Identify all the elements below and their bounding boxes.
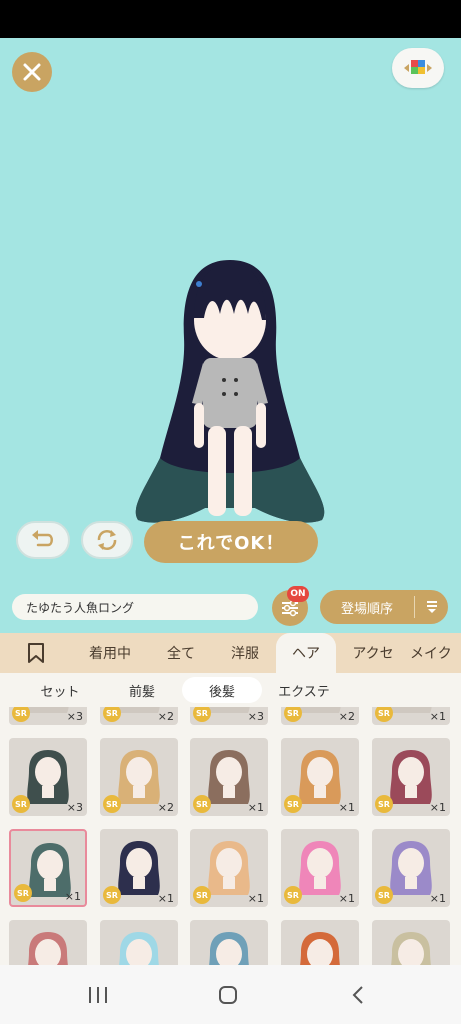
rarity-badge: SR	[103, 886, 121, 904]
hair-thumbnail	[209, 932, 249, 965]
item-count: ×3	[66, 710, 83, 723]
hair-item[interactable]	[9, 920, 87, 965]
item-grid: SR ×3 SR ×2 SR ×3 SR ×2 SR ×1 SR ×3 SR ×2 SR ×1 SR ×1 SR ×1…	[0, 707, 461, 965]
avatar-stage	[0, 38, 461, 579]
subtab-front-hair[interactable]: 前髪	[100, 677, 184, 703]
item-count: ×2	[338, 710, 355, 723]
item-count: ×3	[247, 710, 264, 723]
hair-subtabs: セット 前髪 後髪 エクステ	[0, 673, 461, 707]
home-icon	[219, 986, 237, 1004]
hair-item[interactable]: SR ×1	[281, 829, 359, 907]
item-count: ×3	[66, 801, 83, 814]
item-count: ×1	[338, 892, 355, 905]
hair-thumbnail	[300, 932, 340, 965]
tab-makeup[interactable]: メイク	[410, 633, 461, 673]
palette-button[interactable]	[392, 48, 444, 88]
hair-item[interactable]: SR ×3	[9, 738, 87, 816]
refresh-icon	[97, 530, 117, 550]
close-icon	[23, 63, 41, 81]
rarity-badge: SR	[375, 795, 393, 813]
hair-item[interactable]: SR ×1	[372, 707, 450, 725]
hair-item[interactable]: SR ×1	[9, 829, 87, 907]
item-count: ×1	[429, 710, 446, 723]
tab-wearing[interactable]: 着用中	[72, 633, 148, 673]
hair-item[interactable]	[100, 920, 178, 965]
rarity-badge: SR	[12, 795, 30, 813]
undo-button[interactable]	[16, 521, 70, 559]
filter-on-badge: ON	[287, 586, 309, 602]
item-count: ×1	[247, 801, 264, 814]
subtab-extension[interactable]: エクステ	[262, 677, 346, 703]
status-bar	[0, 0, 461, 38]
hair-item[interactable]	[372, 920, 450, 965]
item-name-field: たゆたう人魚ロング	[12, 594, 258, 620]
item-count: ×1	[64, 890, 81, 903]
item-count: ×1	[338, 801, 355, 814]
hair-item[interactable]: SR ×2	[100, 707, 178, 725]
hair-item[interactable]: SR ×1	[281, 738, 359, 816]
hair-item[interactable]: SR ×1	[190, 829, 268, 907]
rarity-badge: SR	[193, 795, 211, 813]
hair-item[interactable]: SR ×1	[372, 738, 450, 816]
undo-icon	[32, 530, 53, 547]
hair-thumbnail	[28, 932, 68, 965]
item-count: ×2	[157, 710, 174, 723]
recent-apps-icon	[89, 987, 107, 1003]
subtab-back-hair[interactable]: 後髪	[182, 677, 262, 703]
hair-item[interactable]: SR ×3	[9, 707, 87, 725]
rarity-badge: SR	[284, 795, 302, 813]
color-blocks-icon	[404, 60, 432, 74]
tab-bookmark[interactable]	[0, 633, 72, 673]
hair-item[interactable]: SR ×1	[190, 738, 268, 816]
hair-thumbnail	[119, 932, 159, 965]
hair-thumbnail	[391, 932, 431, 965]
home-button[interactable]	[212, 980, 244, 1010]
item-count: ×1	[429, 801, 446, 814]
item-count: ×1	[157, 892, 174, 905]
back-icon	[352, 986, 363, 1004]
avatar	[135, 260, 325, 523]
hair-item[interactable]: SR ×2	[100, 738, 178, 816]
sort-icon	[415, 599, 448, 615]
confirm-button[interactable]: これでOK！	[144, 521, 318, 563]
category-tabs: 着用中 全て 洋服 ヘア アクセ メイク	[0, 633, 461, 673]
hair-item[interactable]: SR ×2	[281, 707, 359, 725]
item-count: ×1	[429, 892, 446, 905]
back-button[interactable]	[342, 980, 374, 1010]
subtab-set[interactable]: セット	[16, 677, 104, 703]
tab-all[interactable]: 全て	[148, 633, 214, 673]
rarity-badge: SR	[14, 884, 32, 902]
hair-item[interactable]	[190, 920, 268, 965]
bookmark-icon	[28, 643, 44, 663]
refresh-button[interactable]	[81, 521, 133, 559]
item-count: ×2	[157, 801, 174, 814]
tab-clothes[interactable]: 洋服	[214, 633, 276, 673]
item-count: ×1	[247, 892, 264, 905]
tab-accessory[interactable]: アクセ	[336, 633, 410, 673]
hair-item[interactable]	[281, 920, 359, 965]
close-button[interactable]	[12, 52, 52, 92]
hair-item[interactable]: SR ×3	[190, 707, 268, 725]
rarity-badge: SR	[193, 886, 211, 904]
sort-button[interactable]: 登場順序	[320, 590, 448, 624]
tab-hair[interactable]: ヘア	[276, 633, 336, 673]
recent-apps-button[interactable]	[82, 980, 114, 1010]
rarity-badge: SR	[375, 886, 393, 904]
rarity-badge: SR	[103, 795, 121, 813]
sort-label: 登場順序	[340, 601, 393, 617]
rarity-badge: SR	[284, 886, 302, 904]
hair-item[interactable]: SR ×1	[372, 829, 450, 907]
hair-item[interactable]: SR ×1	[100, 829, 178, 907]
